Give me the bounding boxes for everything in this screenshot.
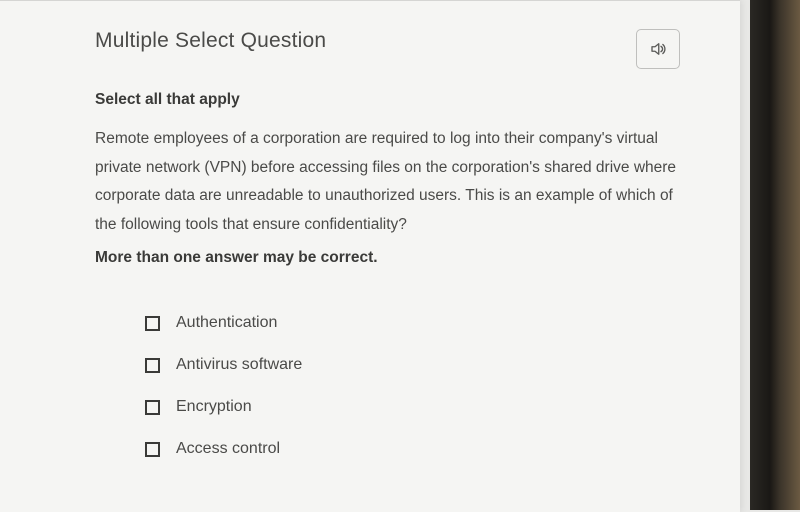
option-antivirus-software[interactable]: Antivirus software	[145, 356, 680, 374]
speaker-icon	[648, 40, 668, 58]
checkbox[interactable]	[145, 442, 160, 457]
audio-button[interactable]	[636, 29, 680, 69]
question-type-label: Multiple Select Question	[95, 29, 326, 53]
instruction-label: Select all that apply	[95, 91, 680, 109]
checkbox[interactable]	[145, 316, 160, 331]
checkbox[interactable]	[145, 358, 160, 373]
option-access-control[interactable]: Access control	[145, 440, 680, 458]
options-list: Authentication Antivirus software Encryp…	[95, 314, 680, 458]
option-label: Antivirus software	[176, 356, 302, 374]
header-row: Multiple Select Question	[95, 29, 680, 69]
screen-edge	[750, 0, 800, 510]
question-prompt: Remote employees of a corporation are re…	[95, 125, 680, 240]
question-card: Multiple Select Question Select all that…	[0, 0, 740, 512]
option-label: Access control	[176, 440, 280, 458]
question-note: More than one answer may be correct.	[95, 244, 680, 273]
option-label: Authentication	[176, 314, 277, 332]
checkbox[interactable]	[145, 400, 160, 415]
option-authentication[interactable]: Authentication	[145, 314, 680, 332]
option-encryption[interactable]: Encryption	[145, 398, 680, 416]
option-label: Encryption	[176, 398, 252, 416]
